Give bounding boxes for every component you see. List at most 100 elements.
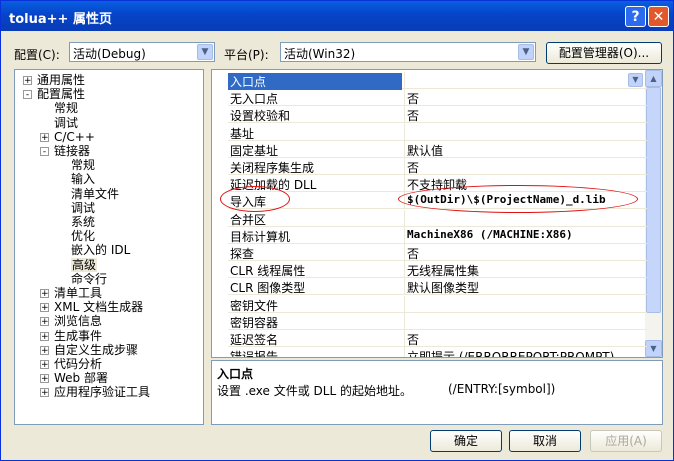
property-row[interactable]: 设置校验和 否 [228,106,647,124]
property-row[interactable]: 关闭程序集生成 否 [228,158,647,175]
column-divider [404,89,405,106]
help-button[interactable]: ? [625,6,646,27]
expand-icon[interactable]: + [40,360,49,370]
column-divider [404,123,405,140]
expand-icon[interactable]: + [40,331,49,341]
ok-button[interactable]: 确定 [430,430,502,452]
property-row[interactable]: 探查 否 [228,244,647,261]
description-panel: 入口点 设置 .exe 文件或 DLL 的起始地址。 (/ENTRY:[symb… [211,360,663,425]
property-value: 默认值 [407,143,444,158]
tree-node[interactable]: 常规 [54,101,78,115]
property-value: 无线程属性集 [407,264,480,279]
tree-node[interactable]: 配置属性 [37,87,85,101]
property-name: 合并区 [230,212,267,227]
expand-icon[interactable]: + [23,76,32,86]
tree-node[interactable]: 优化 [71,229,95,243]
scroll-thumb[interactable] [646,87,661,313]
property-name: 密钥文件 [230,298,279,313]
tree-node[interactable]: 调试 [71,201,95,215]
property-row[interactable]: 错误报告 立即提示 (/ERRORREPORT:PROMPT) [228,347,647,358]
column-divider [404,140,405,157]
property-row[interactable]: 合并区 [228,209,647,227]
property-name: CLR 图像类型 [230,281,306,296]
tree-node[interactable]: 高级 [71,257,98,272]
chevron-down-icon: ▼ [518,44,534,60]
tree-node[interactable]: 自定义生成步骤 [54,343,138,357]
collapse-icon[interactable]: - [40,147,49,157]
property-value: 否 [407,333,420,347]
expand-icon[interactable]: + [40,345,49,355]
property-row[interactable]: 导入库 $(OutDir)\$(ProjectName)_d.lib [220,185,647,214]
title-bar[interactable]: tolua++ 属性页 ? ✕ [1,1,673,31]
property-row[interactable]: ▼ 入口点 [228,72,647,90]
property-name: 延迟签名 [230,333,279,347]
tree-node[interactable]: C/C++ [54,130,95,144]
property-row[interactable]: 目标计算机 MachineX86 (/MACHINE:X86) [228,226,647,244]
tree-node[interactable]: XML 文档生成器 [54,300,143,314]
chevron-down-icon[interactable]: ▼ [628,73,643,87]
property-value: 否 [407,247,420,261]
column-divider [404,312,405,329]
config-select[interactable]: 活动(Debug) ▼ [69,42,215,62]
config-value: 活动(Debug) [73,47,146,61]
property-name: 错误报告 [230,350,279,358]
property-value: 否 [407,161,420,175]
tree-node[interactable]: 清单文件 [71,187,119,201]
column-divider [404,330,405,346]
property-row[interactable]: 密钥文件 [228,295,647,313]
scroll-down-icon[interactable]: ▼ [645,340,662,357]
expand-icon[interactable]: + [40,374,49,384]
tree-node[interactable]: 调试 [54,116,78,130]
expand-icon[interactable]: + [40,132,49,142]
tree-node[interactable]: Web 部署 [54,371,108,385]
tree-node[interactable]: 代码分析 [54,357,102,371]
apply-button[interactable]: 应用(A) [590,430,662,452]
property-row[interactable]: 基址 [228,123,647,141]
close-button[interactable]: ✕ [648,6,669,27]
column-divider [404,295,405,312]
property-row[interactable]: 无入口点 否 [228,89,647,107]
column-divider [404,244,405,260]
config-manager-button[interactable]: 配置管理器(O)... [546,42,662,64]
collapse-icon[interactable]: - [23,90,32,100]
property-tree[interactable]: + 通用属性 - 配置属性 常规 调试 + C/C++ - 链接器 常规 输入 清单文件 调试 系统 优化 嵌入… [14,69,204,425]
window-title: tolua++ 属性页 [9,12,112,27]
platform-select[interactable]: 活动(Win32) ▼ [280,42,536,62]
property-name: 基址 [230,126,255,141]
vertical-scrollbar[interactable]: ▲ ▼ [645,70,662,357]
property-row[interactable]: CLR 图像类型 默认图像类型 [228,278,647,296]
property-pages-window: tolua++ 属性页 ? ✕ 配置(C): 活动(Debug) ▼ 平台(P)… [0,0,674,461]
chevron-down-icon: ▼ [197,44,213,60]
property-row[interactable]: CLR 线程属性 无线程属性集 [228,261,647,279]
cancel-button[interactable]: 取消 [509,430,581,452]
column-divider [404,158,405,174]
tree-node[interactable]: 生成事件 [54,329,102,343]
column-divider [404,226,405,243]
property-row[interactable]: 密钥容器 [228,312,647,330]
column-divider [404,175,405,192]
tree-node[interactable]: 系统 [71,215,95,229]
tree-node[interactable]: 链接器 [54,144,90,158]
scroll-up-icon[interactable]: ▲ [645,70,662,87]
tree-node[interactable]: 清单工具 [54,286,102,300]
column-divider [404,261,405,278]
tree-node[interactable]: 浏览信息 [54,314,102,328]
tree-node[interactable]: 输入 [71,172,95,186]
platform-label: 平台(P): [224,48,269,62]
tree-node[interactable]: 应用程序验证工具 [54,385,150,399]
expand-icon[interactable]: + [40,289,49,299]
tree-node[interactable]: 命令行 [71,272,107,286]
tree-node[interactable]: 常规 [71,158,95,172]
property-grid[interactable]: ▲ ▼ ▼ 入口点 无入口点否设置校验和否基址 固定基址 默认值 关闭程序集生成否延迟加载… [211,69,663,358]
expand-icon[interactable]: + [40,303,49,313]
platform-value: 活动(Win32) [284,47,356,61]
column-divider [404,72,405,88]
property-row[interactable]: 固定基址 默认值 [228,140,647,158]
property-value: MachineX86 (/MACHINE:X86) [407,227,573,241]
expand-icon[interactable]: + [40,388,49,398]
tree-node[interactable]: 通用属性 [37,73,85,87]
expand-icon[interactable]: + [40,317,49,327]
property-name: 关闭程序集生成 [230,161,315,175]
property-row[interactable]: 延迟签名 否 [228,330,647,347]
tree-node[interactable]: 嵌入的 IDL [71,243,130,257]
